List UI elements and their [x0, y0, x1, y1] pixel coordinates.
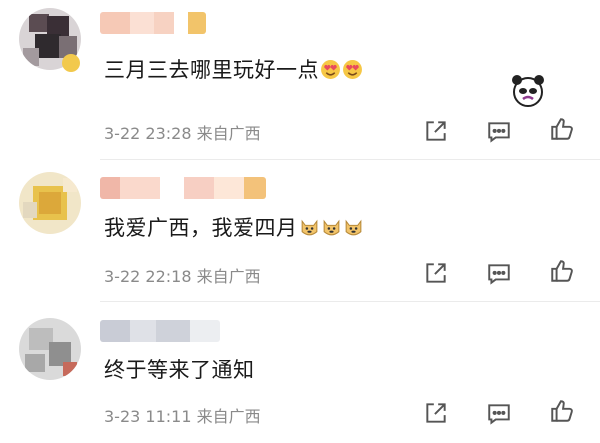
doge-emoji-icon [345, 219, 361, 235]
like-icon[interactable] [549, 116, 575, 142]
comment-icon[interactable] [486, 119, 512, 145]
panda-sticker-icon [512, 75, 544, 107]
share-icon[interactable] [423, 118, 449, 144]
comment-item: 我爱广西，我爱四月 3-22 22:18 来自广西 [0, 160, 600, 302]
comment-icon[interactable] [486, 401, 512, 427]
heart-eyes-emoji-icon [343, 59, 362, 79]
username[interactable] [100, 320, 220, 342]
doge-emoji-icon [323, 219, 339, 235]
comment-item: 三月三去哪里玩好一点 3-22 23:28 来自广西 [0, 0, 600, 160]
comment-text: 我爱广西，我爱四月 [104, 212, 364, 242]
doge-emoji-icon [301, 219, 317, 235]
comment-meta: 3-22 23:28 来自广西 [104, 124, 261, 143]
badge-icon [62, 54, 80, 72]
like-icon[interactable] [549, 258, 575, 284]
avatar[interactable] [19, 318, 81, 380]
comment-text: 三月三去哪里玩好一点 [104, 54, 363, 84]
share-icon[interactable] [423, 260, 449, 286]
heart-eyes-emoji-icon [321, 59, 340, 79]
comment-meta: 3-23 11:11 来自广西 [104, 407, 261, 426]
comment-icon[interactable] [486, 261, 512, 287]
comment-text: 终于等来了通知 [104, 358, 255, 382]
comment-meta: 3-22 22:18 来自广西 [104, 267, 261, 286]
username[interactable] [100, 177, 266, 199]
like-icon[interactable] [549, 398, 575, 424]
comment-item: 终于等来了通知 3-23 11:11 来自广西 [0, 302, 600, 443]
username[interactable] [100, 12, 206, 34]
avatar[interactable] [19, 172, 81, 234]
share-icon[interactable] [423, 400, 449, 426]
